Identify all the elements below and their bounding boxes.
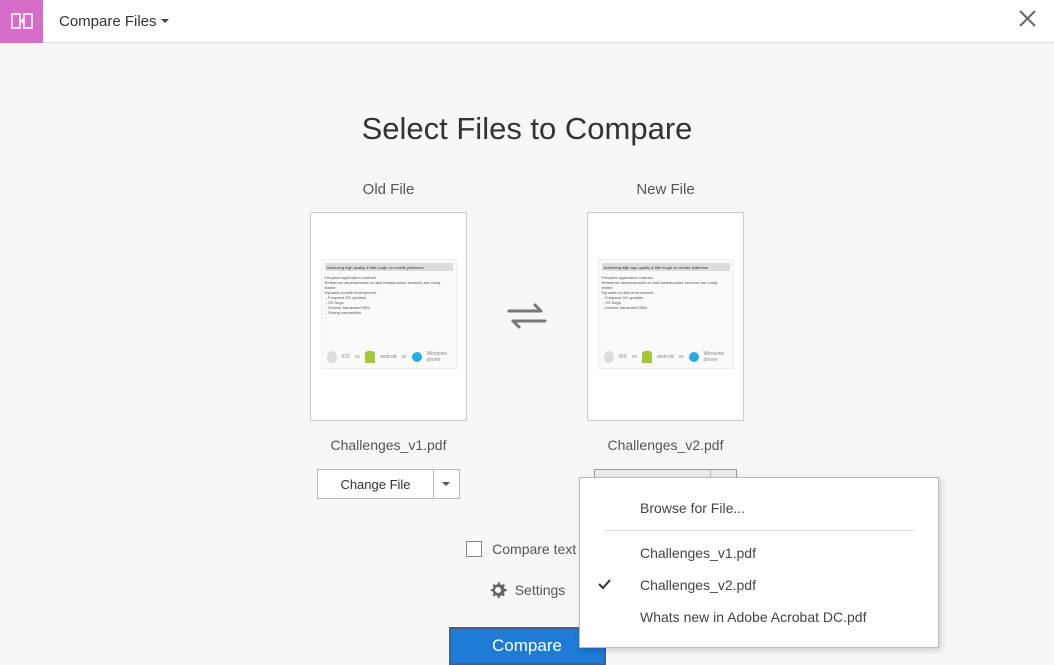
old-file-change-group: Change File [317, 469, 459, 499]
swap-column [505, 211, 549, 420]
dropdown-item-label: Challenges_v1.pdf [640, 545, 756, 561]
settings-label: Settings [515, 582, 566, 598]
old-file-column: Old File Achieving high quality & title … [310, 181, 467, 499]
chevron-down-icon [442, 482, 450, 487]
close-button[interactable] [1019, 10, 1036, 32]
page-title: Select Files to Compare [0, 111, 1054, 147]
dropdown-separator [604, 530, 914, 531]
app-icon [0, 0, 43, 43]
chevron-down-icon [161, 19, 169, 24]
gear-icon [489, 581, 507, 599]
old-file-thumbnail: Achieving high quality & title tough on … [321, 259, 457, 369]
old-file-label: Old File [363, 181, 415, 198]
swap-arrows-icon[interactable] [505, 301, 549, 331]
new-file-column: New File Achieving high app quality & ti… [587, 181, 744, 499]
dropdown-file-item[interactable]: Whats new in Adobe Acrobat DC.pdf [580, 601, 938, 633]
old-file-change-dropdown[interactable] [433, 470, 459, 498]
header-title-dropdown[interactable]: Compare Files [59, 13, 169, 30]
new-file-label: New File [636, 181, 694, 198]
change-file-dropdown-menu: Browse for File... Challenges_v1.pdf Cha… [579, 477, 939, 648]
old-file-preview[interactable]: Achieving high quality & title tough on … [310, 212, 467, 421]
files-row: Old File Achieving high quality & title … [0, 181, 1054, 499]
old-file-change-button[interactable]: Change File [318, 470, 432, 498]
new-file-preview[interactable]: Achieving high app quality & title tough… [587, 212, 744, 421]
dropdown-browse-item[interactable]: Browse for File... [580, 492, 938, 524]
header-title-text: Compare Files [59, 13, 157, 30]
header-bar: Compare Files [0, 0, 1054, 43]
close-icon [1019, 10, 1036, 27]
check-icon [598, 577, 611, 593]
dropdown-file-item[interactable]: Challenges_v2.pdf [580, 569, 938, 601]
old-file-name: Challenges_v1.pdf [331, 437, 447, 453]
new-file-name: Challenges_v2.pdf [608, 437, 724, 453]
dropdown-item-label: Challenges_v2.pdf [640, 577, 756, 593]
compare-text-label: Compare text o [492, 541, 588, 557]
dropdown-item-label: Whats new in Adobe Acrobat DC.pdf [640, 609, 866, 625]
dropdown-file-item[interactable]: Challenges_v1.pdf [580, 537, 938, 569]
new-file-thumbnail: Achieving high app quality & title tough… [598, 259, 734, 369]
compare-text-checkbox[interactable] [466, 541, 482, 557]
